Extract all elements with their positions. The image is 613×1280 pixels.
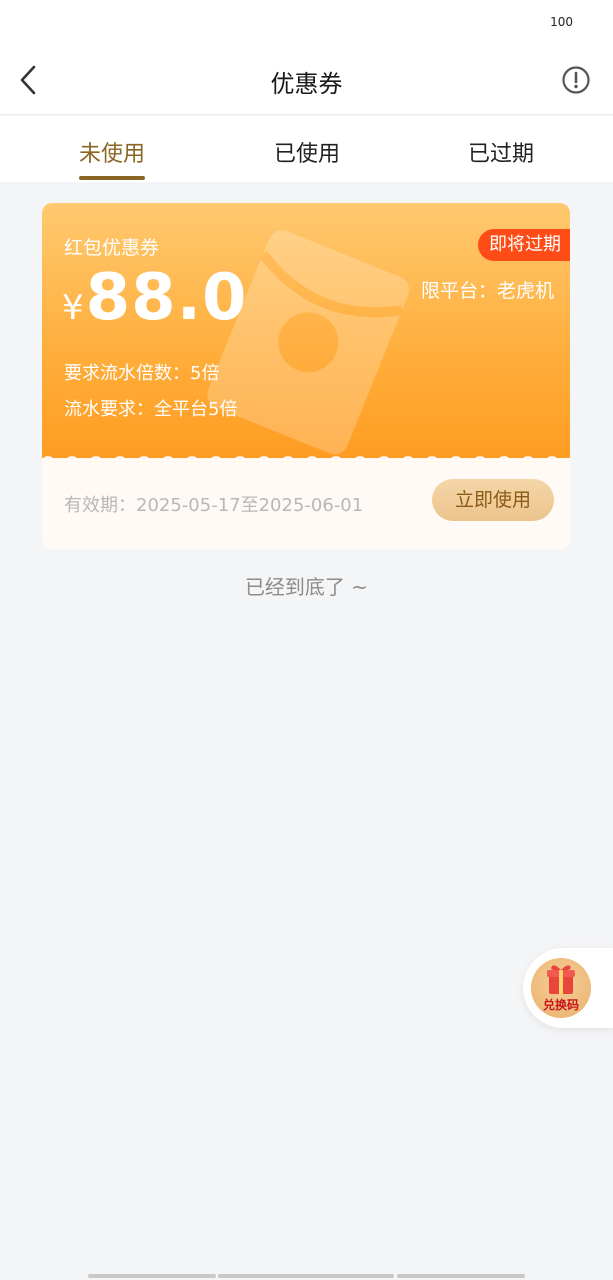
home-indicator-segment bbox=[88, 1274, 216, 1278]
expiring-badge: 即将过期 bbox=[478, 229, 570, 261]
info-button[interactable] bbox=[561, 65, 591, 95]
status-bar: 100 bbox=[0, 0, 613, 46]
tab-expired[interactable]: 已过期 bbox=[421, 116, 581, 182]
home-indicator-segment bbox=[218, 1274, 394, 1278]
battery-level: 100 bbox=[550, 15, 573, 29]
amount-value: 88.0 bbox=[85, 261, 248, 335]
header: 优惠券 bbox=[0, 46, 613, 115]
coupon-amount: ¥ 88.0 bbox=[62, 261, 248, 335]
currency-symbol: ¥ bbox=[62, 288, 84, 328]
info-circle-icon bbox=[562, 66, 590, 94]
tab-active-indicator bbox=[79, 176, 145, 180]
tab-used[interactable]: 已使用 bbox=[227, 116, 387, 182]
tab-unused[interactable]: 未使用 bbox=[32, 116, 192, 182]
validity-period: 有效期：2025-05-17至2025-06-01 bbox=[64, 495, 364, 516]
coupon-top: 红包优惠券 ¥ 88.0 即将过期 限平台：老虎机 要求流水倍数：5倍 流水要求… bbox=[42, 203, 570, 473]
home-indicator-segment bbox=[397, 1274, 525, 1278]
tab-bar: 未使用 已使用 已过期 bbox=[0, 116, 613, 182]
redeem-circle: 兑换码 bbox=[531, 958, 591, 1018]
coupon-type: 红包优惠券 bbox=[64, 237, 160, 259]
tab-label: 已过期 bbox=[467, 142, 534, 167]
redeem-label: 兑换码 bbox=[542, 998, 579, 1012]
flow-requirement: 流水要求：全平台5倍 bbox=[64, 399, 238, 420]
page-title: 优惠券 bbox=[270, 70, 343, 98]
redeem-code-button[interactable]: 兑换码 bbox=[523, 948, 613, 1028]
tab-label: 已使用 bbox=[273, 142, 340, 167]
multiplier-requirement: 要求流水倍数：5倍 bbox=[64, 363, 220, 384]
tab-label: 未使用 bbox=[78, 142, 145, 167]
platform-limit: 限平台：老虎机 bbox=[420, 280, 554, 302]
gift-icon bbox=[547, 965, 575, 994]
end-of-list-text: 已经到底了 ~ bbox=[244, 575, 369, 599]
use-now-button[interactable]: 立即使用 bbox=[432, 479, 554, 521]
coupon-card[interactable]: 红包优惠券 ¥ 88.0 即将过期 限平台：老虎机 要求流水倍数：5倍 流水要求… bbox=[42, 203, 570, 549]
